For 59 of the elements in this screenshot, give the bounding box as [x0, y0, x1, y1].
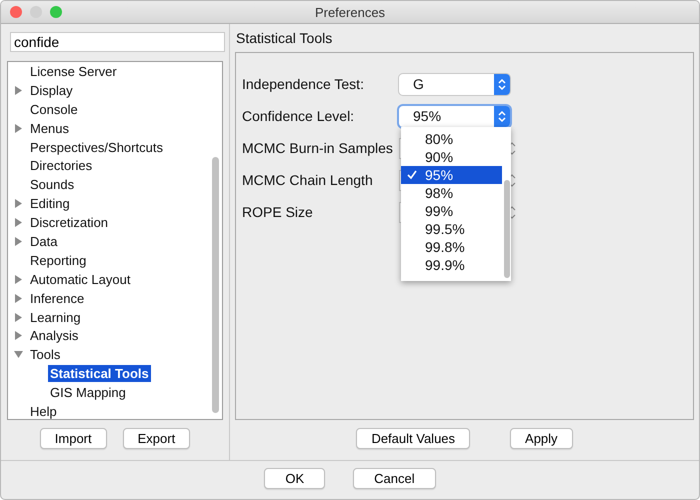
dropdown-option[interactable]: 99.9%	[401, 256, 502, 274]
collapsed-triangle-icon[interactable]	[14, 331, 22, 340]
dialog-button[interactable]: OK	[264, 468, 326, 489]
tree-item[interactable]: Reporting	[28, 252, 88, 269]
collapsed-triangle-icon[interactable]	[14, 274, 22, 284]
tree-item[interactable]: Statistical Tools	[48, 365, 151, 382]
field-label: Confidence Level:	[242, 108, 356, 124]
dropdown-option[interactable]: 99%	[401, 202, 502, 220]
panel-title: Statistical Tools	[235, 29, 334, 48]
updown-arrows-icon	[494, 74, 510, 94]
dropdown-option[interactable]: 99.5%	[401, 220, 502, 238]
tree-item[interactable]: Learning	[28, 308, 83, 326]
close-button[interactable]	[10, 6, 22, 18]
field-label: MCMC Chain Length	[242, 172, 374, 188]
dropdown-option[interactable]: 80%	[401, 130, 502, 148]
collapsed-triangle-icon[interactable]	[14, 294, 22, 303]
dropdown-option[interactable]: 90%	[401, 148, 502, 166]
checkmark-icon	[407, 170, 417, 180]
field-label: ROPE Size	[242, 204, 314, 220]
collapsed-triangle-icon[interactable]	[14, 86, 22, 95]
dropdown[interactable]: G	[399, 74, 510, 94]
dropdown-option[interactable]: 99.8%	[401, 238, 502, 256]
tree-item[interactable]: GIS Mapping	[48, 384, 128, 402]
collapsed-triangle-icon[interactable]	[14, 312, 22, 322]
tree-item[interactable]: Help	[28, 402, 59, 419]
panel-button[interactable]: Apply	[510, 428, 573, 449]
collapsed-triangle-icon[interactable]	[14, 199, 22, 208]
dropdown-option[interactable]: 95%	[401, 166, 502, 184]
dropdown-option[interactable]: 98%	[401, 184, 502, 202]
tree-item[interactable]: Menus	[28, 120, 72, 137]
collapsed-triangle-icon[interactable]	[14, 124, 22, 133]
panel-button[interactable]: Default Values	[356, 428, 470, 449]
tree-item[interactable]: Discretization	[28, 214, 110, 232]
window-title: Preferences	[314, 4, 386, 20]
tree-action-button[interactable]: Import	[40, 428, 107, 449]
tree-item[interactable]: Sounds	[28, 176, 76, 194]
dropdown[interactable]: 95%	[399, 106, 510, 126]
tree-item[interactable]: Automatic Layout	[28, 270, 132, 288]
tree-action-button[interactable]: Export	[122, 428, 190, 449]
zoom-button[interactable]	[50, 6, 62, 18]
collapsed-triangle-icon[interactable]	[14, 218, 22, 228]
scrollbar-thumb[interactable]	[212, 157, 218, 413]
tree-item[interactable]: Tools	[28, 346, 62, 364]
tree-item[interactable]: Perspectives/Shortcuts	[28, 138, 165, 156]
tree-item[interactable]: Inference	[28, 290, 86, 307]
tree-item[interactable]: Console	[28, 100, 80, 118]
tree-item[interactable]: Directories	[28, 157, 94, 174]
tree-item[interactable]: Analysis	[28, 327, 80, 344]
scrollbar-thumb[interactable]	[504, 180, 510, 278]
tree-item[interactable]: License Server	[28, 62, 119, 80]
tree-item[interactable]: Data	[28, 232, 60, 250]
dialog-button[interactable]: Cancel	[353, 468, 436, 489]
field-label: Independence Test:	[242, 76, 365, 92]
tree-item[interactable]: Editing	[28, 195, 72, 212]
collapsed-triangle-icon[interactable]	[14, 236, 22, 246]
search-field[interactable]: confide	[10, 32, 225, 52]
tree-item[interactable]: Display	[28, 82, 75, 99]
expanded-triangle-icon[interactable]	[14, 350, 22, 360]
field-label: MCMC Burn-in Samples	[242, 140, 394, 156]
